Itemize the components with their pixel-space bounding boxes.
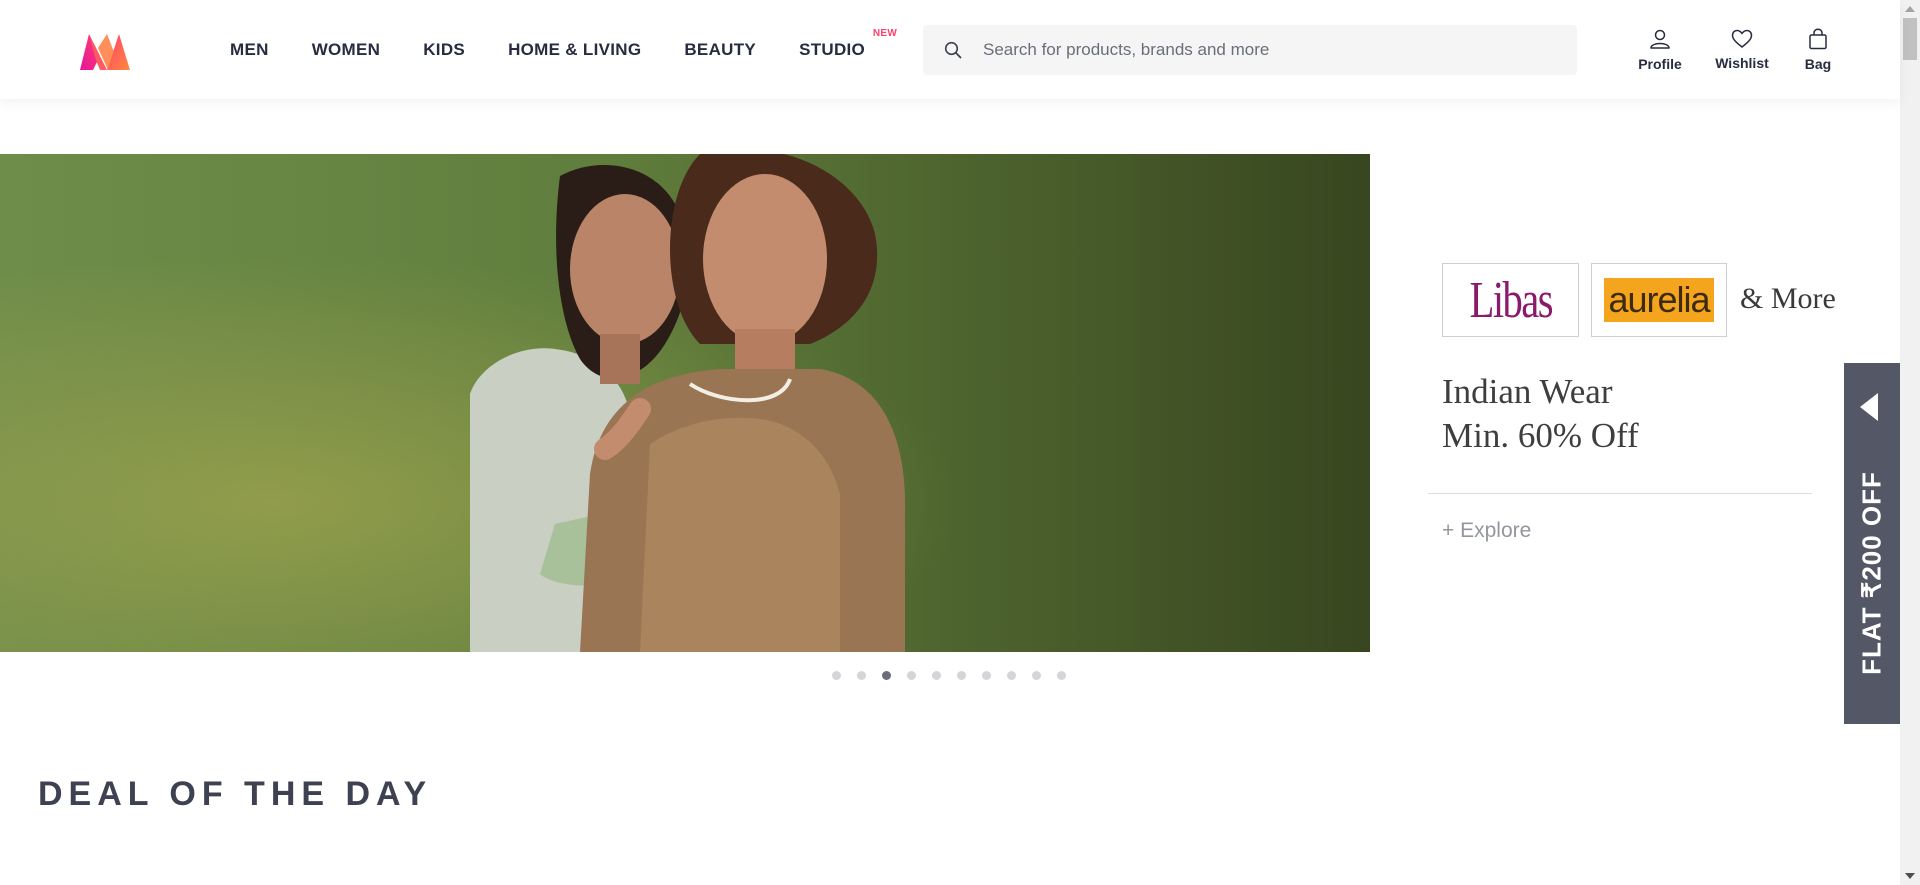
bag-label: Bag [1804, 55, 1832, 72]
carousel-dots [832, 671, 1082, 680]
profile-label: Profile [1638, 55, 1682, 72]
and-more-text: & More [1740, 282, 1836, 315]
nav-studio[interactable]: STUDIO NEW [799, 28, 897, 60]
scroll-down-arrow-icon[interactable] [1905, 873, 1915, 879]
brand-logo-libas: Libas [1442, 263, 1579, 337]
hero-headline: Indian Wear Min. 60% Off [1442, 370, 1639, 458]
carousel-dot[interactable] [1032, 671, 1041, 680]
brand-logo-aurelia: aurelia [1591, 263, 1727, 337]
flat-offer-label: FLAT ₹200 OFF [1856, 471, 1887, 675]
hero-promo-panel[interactable]: Libas aurelia & More Indian Wear Min. 60… [1370, 154, 1850, 652]
scroll-thumb[interactable] [1903, 18, 1917, 60]
search-icon[interactable] [923, 41, 983, 59]
page-scrollbar[interactable] [1900, 0, 1920, 885]
section-title-deal-of-the-day: DEAL OF THE DAY [38, 775, 433, 813]
heart-icon [1731, 29, 1753, 48]
profile-button[interactable]: Profile [1634, 0, 1686, 99]
main-nav: MEN WOMEN KIDS HOME & LIVING BEAUTY STUD… [230, 0, 908, 99]
search-input[interactable] [983, 40, 1543, 60]
top-header: MEN WOMEN KIDS HOME & LIVING BEAUTY STUD… [0, 0, 1900, 99]
carousel-dot[interactable] [957, 671, 966, 680]
myntra-logo[interactable] [76, 30, 138, 74]
nav-women[interactable]: WOMEN [312, 40, 381, 60]
headline-line-2: Min. 60% Off [1442, 416, 1639, 455]
header-actions: Profile Wishlist Bag [1620, 0, 1852, 99]
search-bar[interactable] [923, 25, 1577, 75]
headline-line-1: Indian Wear [1442, 372, 1613, 411]
carousel-dot[interactable] [857, 671, 866, 680]
nav-kids[interactable]: KIDS [423, 40, 465, 60]
profile-icon [1650, 29, 1670, 49]
nav-home-living[interactable]: HOME & LIVING [508, 40, 641, 60]
carousel-dot[interactable] [982, 671, 991, 680]
new-badge: NEW [872, 27, 898, 39]
wishlist-label: Wishlist [1715, 54, 1769, 71]
carousel-dot[interactable] [1007, 671, 1016, 680]
bag-icon [1809, 27, 1827, 49]
flat-offer-tab[interactable]: FLAT ₹200 OFF [1844, 363, 1900, 724]
divider [1428, 493, 1812, 494]
scroll-up-arrow-icon[interactable] [1905, 6, 1915, 12]
explore-link[interactable]: + Explore [1442, 519, 1531, 543]
carousel-dot[interactable] [882, 671, 891, 680]
nav-men[interactable]: MEN [230, 40, 269, 60]
chevron-left-icon[interactable] [1860, 393, 1878, 421]
carousel-dot[interactable] [1057, 671, 1066, 680]
hero-banner-image[interactable] [0, 154, 1370, 652]
nav-beauty[interactable]: BEAUTY [684, 40, 756, 60]
carousel-dot[interactable] [907, 671, 916, 680]
carousel-dot[interactable] [932, 671, 941, 680]
bag-button[interactable]: Bag [1798, 0, 1838, 99]
wishlist-button[interactable]: Wishlist [1714, 0, 1770, 99]
carousel-dot[interactable] [832, 671, 841, 680]
